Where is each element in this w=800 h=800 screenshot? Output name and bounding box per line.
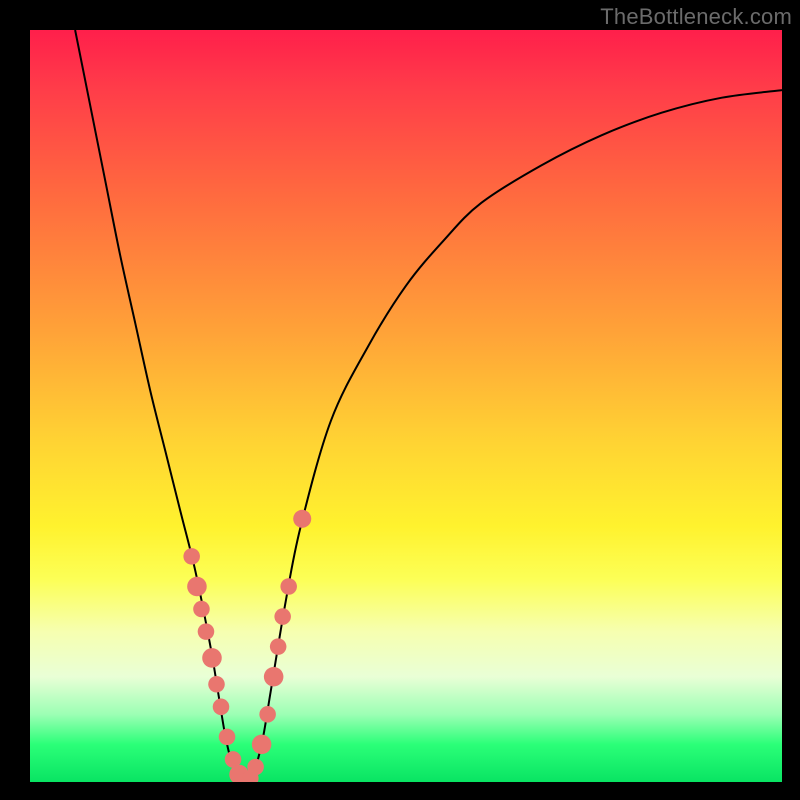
- bottleneck-curve: [75, 30, 782, 782]
- curve-marker: [280, 578, 297, 595]
- curve-marker: [213, 699, 230, 716]
- chart-svg: [30, 30, 782, 782]
- curve-marker: [247, 759, 264, 776]
- curve-markers: [183, 510, 311, 782]
- curve-marker: [193, 601, 210, 618]
- curve-marker: [270, 638, 287, 655]
- curve-marker: [259, 706, 276, 723]
- curve-marker: [183, 548, 200, 565]
- curve-marker: [202, 648, 222, 668]
- curve-marker: [274, 608, 291, 625]
- curve-marker: [264, 667, 284, 687]
- curve-marker: [219, 729, 236, 746]
- chart-frame: TheBottleneck.com: [0, 0, 800, 800]
- curve-marker: [208, 676, 225, 693]
- curve-marker: [252, 735, 272, 755]
- curve-marker: [187, 577, 207, 597]
- curve-marker: [198, 623, 215, 640]
- curve-marker: [293, 510, 311, 528]
- watermark-text: TheBottleneck.com: [600, 4, 792, 30]
- chart-plot-area: [30, 30, 782, 782]
